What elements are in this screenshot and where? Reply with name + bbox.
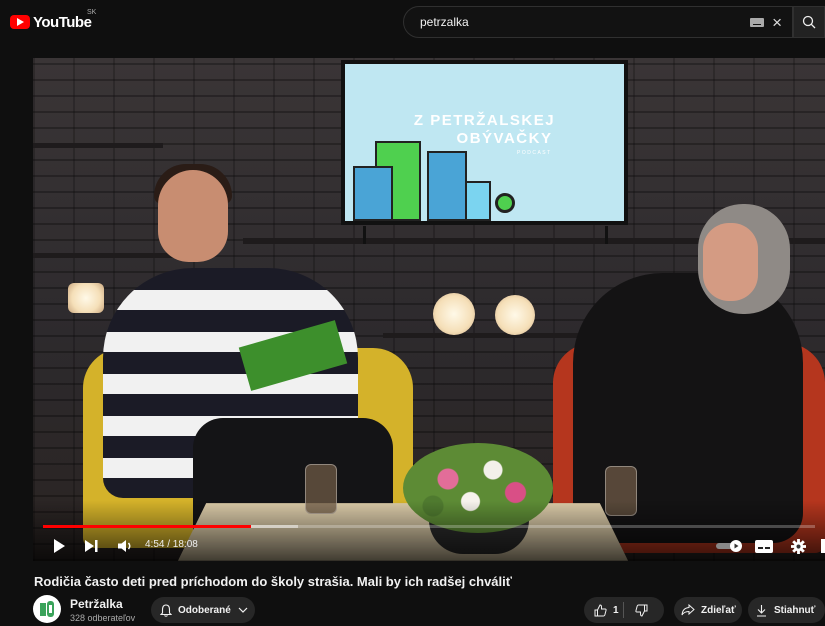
bell-icon — [160, 603, 172, 617]
autoplay-toggle-icon — [716, 540, 742, 552]
lamp — [433, 293, 475, 335]
lamp — [68, 283, 104, 313]
play-icon — [54, 539, 65, 553]
shelf — [383, 333, 583, 338]
petrzalka-logo-icon — [40, 601, 54, 617]
channel-name[interactable]: Petržalka — [70, 597, 123, 611]
volume-icon — [118, 540, 131, 552]
poster-subtitle: PODCAST — [517, 150, 552, 156]
logo-text: YouTube — [33, 13, 92, 31]
play-logo-icon — [10, 15, 30, 29]
like-divider — [623, 602, 624, 618]
video-title: Rodičia často deti pred príchodom do ško… — [34, 574, 512, 589]
shelf — [33, 253, 183, 258]
video-player[interactable]: Z PETRŽALSKEJ OBÝVAČKY PODCAST 4:54 / 18… — [33, 58, 825, 561]
gear-icon — [790, 538, 806, 554]
time-display: 4:54 / 18:08 — [145, 539, 198, 550]
subscriber-count: 328 odberateľov — [70, 613, 136, 623]
subscribe-label: Odoberané — [178, 604, 231, 616]
lamp — [495, 295, 535, 335]
play-button[interactable] — [48, 536, 70, 556]
poster-title-line2: OBÝVAČKY — [456, 130, 553, 147]
poster-title: Z PETRŽALSKEJ OBÝVAČKY — [345, 112, 624, 148]
masthead: YouTube SK petrzalka × — [0, 0, 825, 44]
channel-avatar[interactable] — [33, 595, 61, 623]
download-icon — [757, 604, 766, 617]
subtitles-button[interactable] — [753, 536, 775, 556]
skip-next-icon — [84, 540, 97, 552]
like-dislike-group: 1 — [584, 597, 664, 623]
autoplay-toggle[interactable] — [715, 536, 745, 556]
tree — [495, 193, 515, 213]
chevron-down-icon — [238, 607, 248, 613]
thumbs-up-icon[interactable] — [594, 603, 607, 617]
volume-button[interactable] — [115, 536, 137, 556]
search-button[interactable] — [793, 6, 825, 38]
settings-button[interactable] — [787, 536, 809, 556]
progress-bar[interactable] — [43, 525, 815, 528]
shelf — [33, 143, 163, 148]
clear-search-icon[interactable]: × — [772, 14, 782, 31]
search-icon — [802, 15, 816, 29]
subscribe-button[interactable]: Odoberané — [151, 597, 255, 623]
poster-title-line1: Z PETRŽALSKEJ — [413, 112, 556, 129]
share-label: Zdieľať — [701, 604, 736, 616]
building — [465, 181, 491, 221]
thumbs-down-icon[interactable] — [634, 604, 648, 617]
region-code: SK — [87, 9, 97, 16]
tv-screen: Z PETRŽALSKEJ OBÝVAČKY PODCAST — [341, 60, 628, 225]
building — [427, 151, 467, 221]
share-icon — [681, 604, 695, 616]
miniplayer-button[interactable] — [819, 536, 825, 556]
download-label: Stiahnuť — [774, 604, 816, 616]
building — [353, 166, 393, 221]
tv-stand — [363, 226, 608, 246]
next-button[interactable] — [80, 536, 102, 556]
search-input[interactable]: petrzalka — [420, 15, 750, 29]
download-button[interactable]: Stiahnuť — [748, 597, 825, 623]
share-button[interactable]: Zdieľať — [674, 597, 742, 623]
host-face — [158, 170, 228, 262]
search-box[interactable]: petrzalka × — [403, 6, 793, 38]
keyboard-icon[interactable] — [750, 17, 765, 27]
like-count[interactable]: 1 — [613, 605, 619, 616]
subtitles-icon — [755, 539, 773, 553]
guest-face — [703, 223, 758, 301]
youtube-logo[interactable]: YouTube SK — [10, 9, 96, 32]
miniplayer-icon — [821, 539, 825, 553]
played-bar — [43, 525, 252, 528]
controls-gradient — [33, 501, 825, 561]
